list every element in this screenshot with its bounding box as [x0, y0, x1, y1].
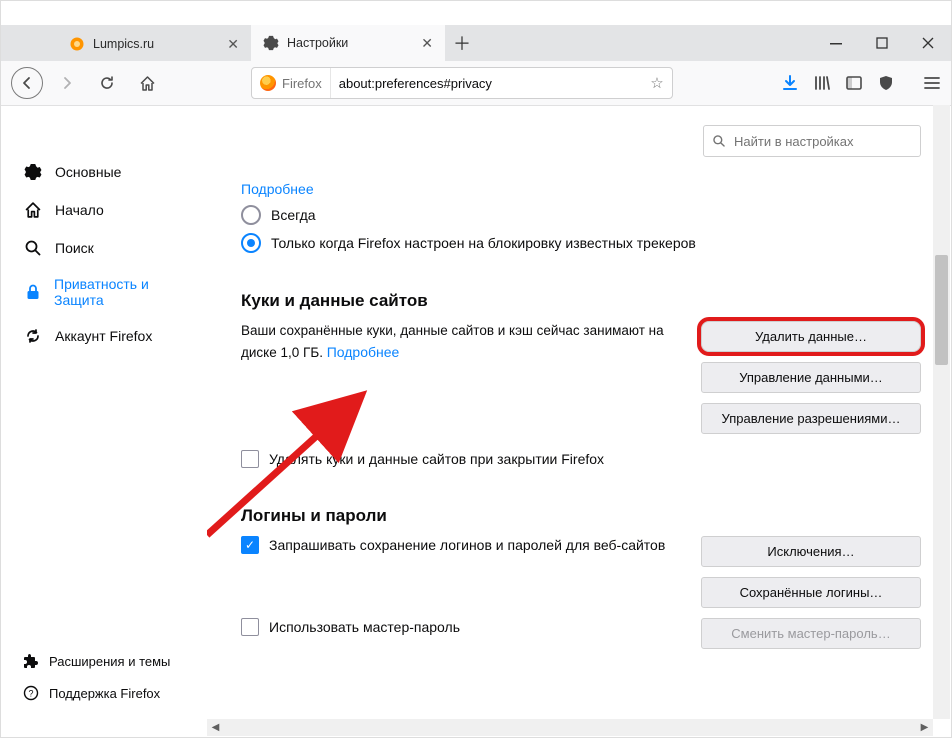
sidebar-item-search[interactable]: Поиск	[1, 229, 207, 267]
tab-label: Настройки	[287, 36, 348, 50]
lock-icon	[23, 282, 42, 302]
sidebar-foot-label: Поддержка Firefox	[49, 686, 160, 701]
manage-data-button[interactable]: Управление данными…	[701, 362, 921, 393]
tab-strip: Lumpics.ru ✕ Настройки ✕ ＋	[1, 25, 813, 61]
checkbox-label: Запрашивать сохранение логинов и паролей…	[269, 537, 665, 553]
minimize-button[interactable]	[813, 25, 859, 61]
close-icon[interactable]: ✕	[227, 37, 239, 51]
tab-label: Lumpics.ru	[93, 37, 154, 51]
search-icon	[23, 238, 43, 258]
settings-sidebar: Основные Начало Поиск Приватность и Защи…	[1, 105, 207, 719]
checkbox-label: Удалять куки и данные сайтов при закрыти…	[269, 451, 604, 467]
close-icon[interactable]: ✕	[421, 36, 433, 50]
close-window-button[interactable]	[905, 25, 951, 61]
url-bar[interactable]: Firefox about:preferences#privacy ☆	[251, 67, 673, 99]
window-controls	[813, 25, 951, 61]
firefox-icon	[260, 75, 276, 91]
clear-on-close-checkbox[interactable]: Удалять куки и данные сайтов при закрыти…	[241, 450, 921, 468]
sidebar-toggle-icon[interactable]	[845, 74, 863, 92]
sidebar-item-label: Приватность и Защита	[54, 276, 195, 308]
radio-always[interactable]: Всегда	[241, 205, 921, 225]
maximize-button[interactable]	[859, 25, 905, 61]
home-icon	[23, 200, 43, 220]
checkbox-icon: ✓	[241, 536, 259, 554]
ask-save-logins-checkbox[interactable]: ✓ Запрашивать сохранение логинов и парол…	[241, 536, 665, 554]
back-button[interactable]	[11, 67, 43, 99]
url-text[interactable]: about:preferences#privacy	[331, 76, 642, 91]
content-protection-more-link[interactable]: Подробнее	[241, 181, 314, 197]
radio-label: Только когда Firefox настроен на блокиро…	[271, 235, 696, 251]
sidebar-item-privacy[interactable]: Приватность и Защита	[1, 267, 207, 317]
sidebar-item-label: Основные	[55, 164, 121, 180]
sidebar-support[interactable]: ? Поддержка Firefox	[1, 677, 207, 709]
reload-button[interactable]	[91, 67, 123, 99]
identity-label: Firefox	[282, 76, 322, 91]
tab-lumpics[interactable]: Lumpics.ru ✕	[57, 25, 251, 61]
titlebar: Lumpics.ru ✕ Настройки ✕ ＋	[1, 25, 951, 61]
settings-main: Найти в настройках Подробнее Всегда Толь…	[207, 105, 933, 719]
cookies-more-link[interactable]: Подробнее	[327, 344, 400, 360]
sync-icon	[23, 326, 43, 346]
sidebar-item-home[interactable]: Начало	[1, 191, 207, 229]
search-icon	[712, 134, 726, 148]
navigation-toolbar: Firefox about:preferences#privacy ☆	[1, 61, 951, 106]
checkbox-label: Использовать мастер-пароль	[269, 619, 460, 635]
forward-button[interactable]	[51, 67, 83, 99]
horizontal-scrollbar[interactable]: ◀ ▶	[207, 719, 933, 736]
downloads-icon[interactable]	[781, 74, 799, 92]
sidebar-item-label: Поиск	[55, 240, 94, 256]
shield-icon[interactable]	[877, 74, 895, 92]
gear-icon	[263, 35, 279, 51]
gear-icon	[23, 162, 43, 182]
help-icon: ?	[23, 685, 39, 701]
saved-logins-button[interactable]: Сохранённые логины…	[701, 577, 921, 608]
logins-heading: Логины и пароли	[241, 506, 921, 526]
bookmark-star-icon[interactable]: ☆	[642, 74, 672, 92]
sidebar-extensions[interactable]: Расширения и темы	[1, 645, 207, 677]
radio-icon	[241, 205, 261, 225]
sidebar-item-general[interactable]: Основные	[1, 153, 207, 191]
sidebar-foot-label: Расширения и темы	[49, 654, 170, 669]
cookies-description: Ваши сохранённые куки, данные сайтов и к…	[241, 321, 671, 364]
identity-box[interactable]: Firefox	[252, 68, 331, 98]
library-icon[interactable]	[813, 74, 831, 92]
sidebar-item-label: Аккаунт Firefox	[55, 328, 152, 344]
checkbox-icon	[241, 618, 259, 636]
svg-text:?: ?	[28, 689, 33, 699]
cookies-heading: Куки и данные сайтов	[241, 291, 921, 311]
radio-only-trackers[interactable]: Только когда Firefox настроен на блокиро…	[241, 233, 921, 253]
search-placeholder: Найти в настройках	[734, 134, 854, 149]
radio-icon	[241, 233, 261, 253]
home-button[interactable]	[131, 67, 163, 99]
puzzle-icon	[23, 653, 39, 669]
scroll-left-icon[interactable]: ◀	[207, 719, 224, 736]
exceptions-button[interactable]: Исключения…	[701, 536, 921, 567]
favicon-lumpics	[69, 36, 85, 52]
settings-search[interactable]: Найти в настройках	[703, 125, 921, 157]
sidebar-item-label: Начало	[55, 202, 104, 218]
change-master-button: Сменить мастер-пароль…	[701, 618, 921, 649]
checkbox-icon	[241, 450, 259, 468]
scrollbar-thumb[interactable]	[935, 255, 948, 365]
clear-data-button[interactable]: Удалить данные…	[701, 321, 921, 352]
menu-button[interactable]	[923, 74, 941, 92]
radio-label: Всегда	[271, 207, 316, 223]
master-password-checkbox[interactable]: Использовать мастер-пароль	[241, 618, 460, 636]
scroll-right-icon[interactable]: ▶	[916, 719, 933, 736]
vertical-scrollbar[interactable]	[933, 105, 950, 719]
tab-settings[interactable]: Настройки ✕	[251, 25, 445, 61]
new-tab-button[interactable]: ＋	[445, 25, 479, 61]
sidebar-item-sync[interactable]: Аккаунт Firefox	[1, 317, 207, 355]
manage-permissions-button[interactable]: Управление разрешениями…	[701, 403, 921, 434]
